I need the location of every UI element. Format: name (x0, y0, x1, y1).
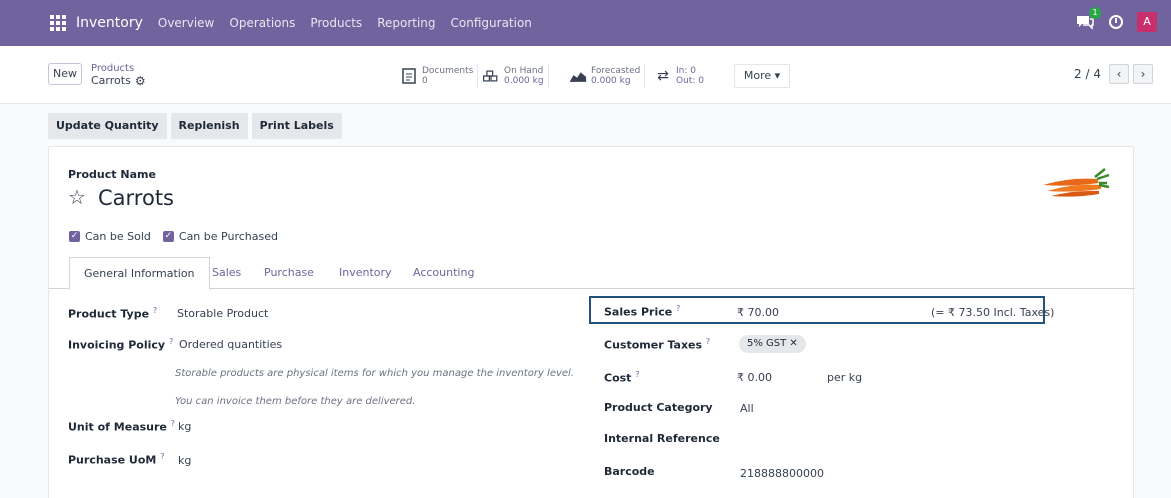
area-chart-icon (569, 67, 587, 85)
chat-icon[interactable]: 1 (1075, 7, 1101, 31)
internal-reference-field[interactable] (737, 432, 1037, 448)
internal-reference-label: Internal Reference (604, 432, 720, 445)
breadcrumb-current: Carrots ⚙ (91, 74, 146, 88)
forecasted-stat-button[interactable]: Forecasted 0.000 kg (565, 64, 646, 88)
can-be-sold-checkbox[interactable]: ✓ Can be Sold (69, 230, 151, 243)
forecasted-value: 0.000 kg (591, 76, 631, 86)
document-icon (400, 67, 418, 85)
barcode-field[interactable]: 218888800000 (740, 467, 824, 480)
pager-next-button[interactable]: › (1133, 64, 1153, 84)
menu-operations[interactable]: Operations (229, 16, 295, 30)
can-be-sold-label: Can be Sold (85, 230, 151, 243)
cost-field[interactable]: ₹ 0.00 (737, 371, 772, 384)
can-be-purchased-label: Can be Purchased (178, 230, 278, 243)
in-value: In: 0 (676, 66, 696, 76)
on-hand-value: 0.000 kg (504, 76, 544, 86)
forecasted-label: Forecasted (591, 66, 641, 76)
activity-clock-icon[interactable] (1109, 15, 1123, 29)
pager-previous-button[interactable]: ‹ (1109, 64, 1129, 84)
purchase-uom-field[interactable]: kg (178, 454, 191, 467)
help-tooltip-icon[interactable]: ? (160, 452, 164, 461)
systray: 1 A (1075, 7, 1157, 32)
new-button[interactable]: New (48, 63, 82, 85)
on-hand-stat-button[interactable]: On Hand 0.000 kg (478, 64, 549, 88)
invoicing-policy-label: Invoicing Policy ? (68, 337, 174, 352)
app-name[interactable]: Inventory (76, 15, 143, 31)
sales-price-incl-taxes: (= ₹ 73.50 Incl. Taxes) (931, 306, 1055, 319)
checkbox-checked-icon: ✓ (162, 231, 174, 242)
app-grid-icon[interactable] (50, 15, 66, 31)
barcode-label: Barcode (604, 465, 655, 478)
breadcrumb: Products Carrots ⚙ (91, 63, 146, 87)
product-image[interactable] (1039, 163, 1111, 205)
unit-of-measure-label: Unit of Measure ? (68, 419, 175, 434)
pager-value[interactable]: 2 / 4 (1074, 67, 1101, 81)
customer-taxes-label: Customer Taxes ? (604, 337, 711, 352)
help-tooltip-icon[interactable]: ? (676, 304, 680, 313)
user-avatar[interactable]: A (1137, 12, 1157, 32)
invoice-note: You can invoice them before they are del… (175, 396, 416, 407)
replenish-button[interactable]: Replenish (170, 113, 248, 139)
documents-stat-button[interactable]: Documents 0 (396, 64, 479, 88)
menu-configuration[interactable]: Configuration (451, 16, 532, 30)
top-navbar: Inventory Overview Operations Products R… (0, 0, 1171, 46)
product-name-label: Product Name (68, 168, 156, 181)
invoicing-policy-field[interactable]: Ordered quantities (179, 338, 282, 351)
tab-inventory[interactable]: Inventory (339, 257, 392, 289)
menu-reporting[interactable]: Reporting (377, 16, 435, 30)
product-flags: ✓ Can be Sold ✓ Can be Purchased (69, 230, 278, 243)
menu-overview[interactable]: Overview (158, 16, 215, 30)
sales-price-field[interactable]: ₹ 70.00 (737, 306, 779, 319)
cubes-icon (482, 67, 500, 85)
breadcrumb-current-label: Carrots (91, 74, 131, 87)
storable-note: Storable products are physical items for… (175, 368, 575, 379)
product-category-label: Product Category (604, 401, 713, 414)
out-value: Out: 0 (676, 76, 704, 86)
notebook-tabs: General Information Sales Purchase Inven… (49, 257, 1135, 290)
unit-of-measure-field[interactable]: kg (178, 420, 191, 433)
help-tooltip-icon[interactable]: ? (169, 337, 173, 346)
can-be-purchased-checkbox[interactable]: ✓ Can be Purchased (162, 230, 278, 243)
tab-sales[interactable]: Sales (212, 257, 241, 289)
documents-label: Documents (422, 66, 474, 76)
product-type-label: Product Type ? (68, 306, 158, 321)
purchase-uom-label: Purchase UoM ? (68, 452, 165, 467)
header-actions: Update Quantity Replenish Print Labels (48, 113, 342, 139)
product-category-field[interactable]: All (740, 402, 754, 415)
tab-purchase[interactable]: Purchase (264, 257, 314, 289)
star-icon[interactable]: ☆ (68, 185, 86, 209)
tab-general-information[interactable]: General Information (69, 257, 210, 290)
print-labels-button[interactable]: Print Labels (251, 113, 342, 139)
help-tooltip-icon[interactable]: ? (635, 370, 639, 379)
help-tooltip-icon[interactable]: ? (706, 337, 710, 346)
menu-products[interactable]: Products (310, 16, 362, 30)
gear-icon[interactable]: ⚙ (135, 75, 146, 87)
chat-badge: 1 (1089, 7, 1101, 19)
form-sheet: Product Name ☆ Carrots ✓ Can be Sold ✓ C… (48, 146, 1135, 498)
tab-accounting[interactable]: Accounting (413, 257, 474, 289)
cost-unit: per kg (827, 371, 863, 384)
customer-tax-tag[interactable]: 5% GST ✕ (739, 335, 806, 353)
help-tooltip-icon[interactable]: ? (153, 306, 157, 315)
checkbox-checked-icon: ✓ (69, 231, 80, 242)
product-type-field[interactable]: Storable Product (177, 307, 268, 320)
more-dropdown-button[interactable]: More ▾ (734, 64, 790, 88)
help-tooltip-icon[interactable]: ? (171, 419, 175, 428)
control-panel: New Products Carrots ⚙ Documents 0 On Ha… (0, 46, 1171, 104)
update-quantity-button[interactable]: Update Quantity (48, 113, 167, 139)
in-out-stat-button[interactable]: ⇄ In: 0 Out: 0 (650, 64, 708, 88)
pager: 2 / 4 ‹ › (1074, 64, 1153, 84)
cost-label: Cost ? (604, 370, 640, 385)
exchange-arrows-icon: ⇄ (657, 68, 669, 84)
product-name-field[interactable]: Carrots (98, 186, 174, 210)
on-hand-label: On Hand (504, 66, 544, 76)
sales-price-label: Sales Price ? (604, 304, 681, 319)
documents-value: 0 (422, 76, 428, 86)
